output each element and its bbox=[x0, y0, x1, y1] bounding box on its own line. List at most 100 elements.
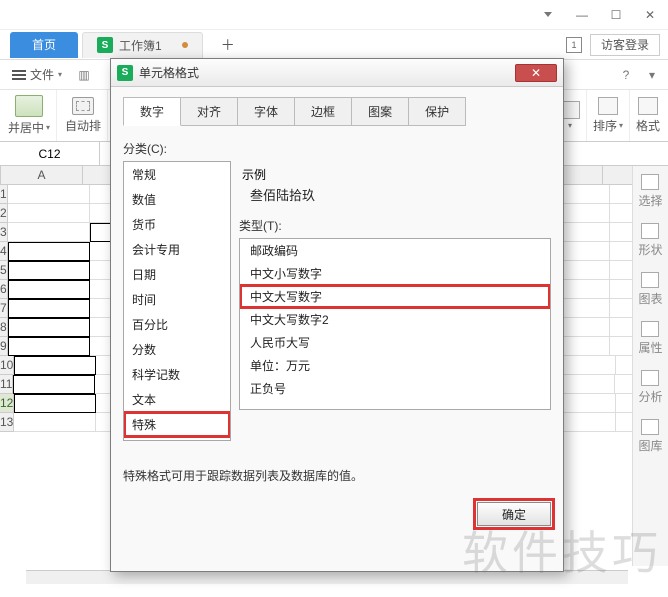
tab-workbook-label: 工作簿1 bbox=[119, 37, 162, 54]
merge-center-button[interactable]: 并居中▾ bbox=[2, 90, 57, 141]
hamburger-icon bbox=[12, 70, 26, 80]
row-header[interactable]: 8 bbox=[0, 318, 8, 337]
tab-home[interactable]: 首页 bbox=[10, 32, 78, 58]
side-props[interactable]: 属性 bbox=[638, 321, 662, 356]
type-list[interactable]: 邮政编码 中文小写数字 中文大写数字 中文大写数字2 人民币大写 单位：万元 正… bbox=[239, 238, 551, 410]
category-item[interactable]: 日期 bbox=[124, 262, 230, 287]
tab-workbook[interactable]: S 工作簿1 bbox=[82, 32, 203, 58]
chevron-down-icon bbox=[544, 12, 552, 17]
sort-icon bbox=[598, 97, 618, 115]
sort-button[interactable]: 排序▾ bbox=[586, 90, 629, 141]
category-item[interactable]: 数值 bbox=[124, 187, 230, 212]
window-titlebar: — ☐ ✕ bbox=[0, 0, 668, 30]
format-button[interactable]: 格式 bbox=[629, 90, 666, 141]
sample-label: 示例 bbox=[242, 164, 548, 185]
row-header[interactable]: 10 bbox=[0, 356, 14, 375]
merge-cells-icon bbox=[15, 95, 43, 117]
category-item[interactable]: 百分比 bbox=[124, 312, 230, 337]
maximize-button[interactable]: ☐ bbox=[604, 5, 628, 25]
chevron-down-icon: ▾ bbox=[568, 121, 572, 130]
tab-border[interactable]: 边框 bbox=[295, 97, 352, 126]
side-gallery[interactable]: 图库 bbox=[638, 419, 662, 454]
autowrap-button[interactable]: 自动排 bbox=[59, 90, 108, 141]
save-icon[interactable]: ▥ bbox=[74, 65, 94, 85]
category-item-selected[interactable]: 特殊 bbox=[124, 412, 230, 437]
row-header[interactable]: 6 bbox=[0, 280, 8, 299]
close-icon: ✕ bbox=[531, 66, 541, 80]
shape-icon bbox=[641, 223, 659, 239]
row-header[interactable]: 2 bbox=[0, 204, 8, 223]
dialog-title: 单元格格式 bbox=[139, 64, 199, 81]
tab-pattern[interactable]: 图案 bbox=[352, 97, 409, 126]
dialog-titlebar[interactable]: S 单元格格式 ✕ bbox=[111, 59, 563, 87]
category-item[interactable]: 文本 bbox=[124, 387, 230, 412]
category-item[interactable]: 会计专用 bbox=[124, 237, 230, 262]
col-header-a[interactable]: A bbox=[1, 166, 83, 184]
guest-login-button[interactable]: 访客登录 bbox=[590, 34, 660, 56]
file-menu[interactable]: 文件 ▾ bbox=[6, 64, 68, 85]
category-list[interactable]: 常规 数值 货币 会计专用 日期 时间 百分比 分数 科学记数 文本 特殊 自定… bbox=[123, 161, 231, 441]
row-header[interactable]: 5 bbox=[0, 261, 8, 280]
category-item[interactable]: 货币 bbox=[124, 212, 230, 237]
document-tabstrip: 首页 S 工作簿1 ＋ 1 访客登录 bbox=[0, 30, 668, 60]
category-item[interactable]: 科学记数 bbox=[124, 362, 230, 387]
cell-format-dialog: S 单元格格式 ✕ 数字 对齐 字体 边框 图案 保护 分类(C): 常规 数值… bbox=[110, 58, 564, 572]
sort-label: 排序 bbox=[593, 117, 617, 134]
dialog-close-button[interactable]: ✕ bbox=[515, 64, 557, 82]
row-header[interactable]: 3 bbox=[0, 223, 8, 242]
category-item[interactable]: 时间 bbox=[124, 287, 230, 312]
dialog-body: 分类(C): 常规 数值 货币 会计专用 日期 时间 百分比 分数 科学记数 文… bbox=[111, 126, 563, 492]
type-item[interactable]: 中文大写数字2 bbox=[240, 308, 550, 331]
dialog-tabs: 数字 对齐 字体 边框 图案 保护 bbox=[111, 87, 563, 126]
tab-protect[interactable]: 保护 bbox=[409, 97, 466, 126]
ok-button[interactable]: 确定 bbox=[477, 502, 551, 526]
type-item[interactable]: 邮政编码 bbox=[240, 239, 550, 262]
minimize-button[interactable]: — bbox=[570, 5, 594, 25]
category-item[interactable]: 自定义 bbox=[124, 437, 230, 441]
row-header[interactable]: 1 bbox=[0, 185, 8, 204]
chevron-down-icon: ▾ bbox=[619, 121, 623, 130]
row-header[interactable]: 9 bbox=[0, 337, 8, 356]
sample-value: 叁佰陆拾玖 bbox=[242, 185, 548, 204]
row-header[interactable]: 4 bbox=[0, 242, 8, 261]
side-chart[interactable]: 图表 bbox=[638, 272, 662, 307]
row-header[interactable]: 13 bbox=[0, 413, 14, 432]
chevron-down-icon: ▾ bbox=[58, 70, 62, 79]
row-header-selected[interactable]: 12 bbox=[0, 394, 14, 413]
type-item-selected[interactable]: 中文大写数字 bbox=[240, 285, 550, 308]
spreadsheet-icon: S bbox=[117, 65, 133, 81]
file-menu-label: 文件 bbox=[30, 66, 54, 83]
autowrap-label: 自动排 bbox=[65, 117, 101, 134]
side-select[interactable]: 选择 bbox=[638, 174, 662, 209]
category-item[interactable]: 常规 bbox=[124, 162, 230, 187]
chevron-down-icon[interactable]: ▾ bbox=[642, 65, 662, 85]
new-tab-button[interactable]: ＋ bbox=[217, 34, 239, 56]
row-header[interactable]: 11 bbox=[0, 375, 13, 394]
properties-icon bbox=[641, 321, 659, 337]
row-header[interactable]: 7 bbox=[0, 299, 8, 318]
notification-badge[interactable]: 1 bbox=[566, 37, 582, 53]
type-item[interactable]: 单位：万元 bbox=[240, 354, 550, 377]
name-box-value: C12 bbox=[38, 147, 60, 161]
category-item[interactable]: 分数 bbox=[124, 337, 230, 362]
name-box[interactable]: C12 bbox=[0, 142, 100, 165]
horizontal-scrollbar[interactable] bbox=[26, 570, 628, 584]
side-shape[interactable]: 形状 bbox=[638, 223, 662, 258]
side-analyze[interactable]: 分析 bbox=[638, 370, 662, 405]
type-item[interactable]: 人民币大写 bbox=[240, 331, 550, 354]
ok-label: 确定 bbox=[502, 506, 526, 523]
chart-icon bbox=[641, 272, 659, 288]
type-label: 类型(T): bbox=[239, 217, 551, 234]
tab-align[interactable]: 对齐 bbox=[181, 97, 238, 126]
help-icon[interactable]: ? bbox=[616, 65, 636, 85]
sample-box: 示例 叁佰陆拾玖 bbox=[239, 161, 551, 211]
tab-font[interactable]: 字体 bbox=[238, 97, 295, 126]
type-item[interactable]: 中文小写数字 bbox=[240, 262, 550, 285]
type-item[interactable]: 正负号 bbox=[240, 377, 550, 400]
merge-label: 并居中 bbox=[8, 119, 44, 136]
close-button[interactable]: ✕ bbox=[638, 5, 662, 25]
window-menu-button[interactable] bbox=[536, 5, 560, 25]
autowrap-icon bbox=[72, 97, 94, 115]
tab-number[interactable]: 数字 bbox=[123, 97, 181, 126]
gallery-icon bbox=[641, 419, 659, 435]
